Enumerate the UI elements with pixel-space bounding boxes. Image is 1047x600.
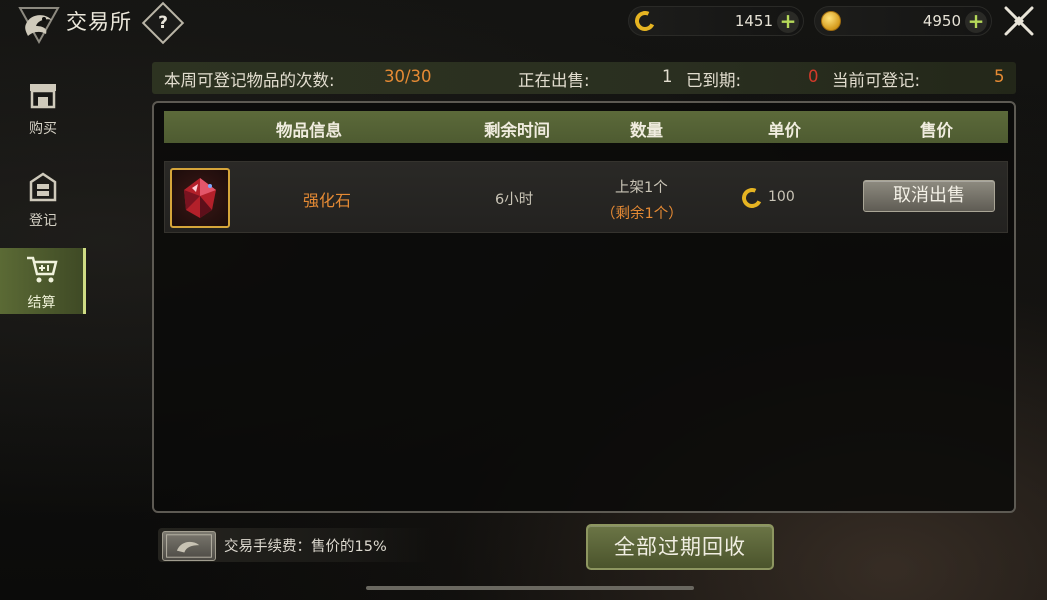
fee-text: 交易手续费：售价的15% xyxy=(224,539,387,555)
column-header-unit-price: 单价 xyxy=(768,121,801,140)
selling-label: 正在出售: xyxy=(518,71,590,90)
sidebar-item-buy[interactable]: 购买 xyxy=(0,74,86,140)
c-coin-icon xyxy=(632,8,658,34)
item-name: 强化石 xyxy=(303,191,352,210)
table-row: 强化石 6小时 上架1个 （剩余1个） 100 取消出售 xyxy=(164,161,1008,233)
fee-info: 交易手续费：售价的15% xyxy=(158,528,432,562)
expired-label: 已到期: xyxy=(686,71,742,90)
available-label: 当前可登记: xyxy=(832,71,921,90)
sidebar-item-label: 登记 xyxy=(29,213,57,229)
sidebar-item-label: 购买 xyxy=(29,121,57,137)
listing-panel: 物品信息 剩余时间 数量 单价 售价 强化石 6小时 上架1个 （剩余1个） 1… xyxy=(152,101,1016,513)
column-header-time-left: 剩余时间 xyxy=(484,121,550,140)
register-icon xyxy=(29,172,57,202)
time-left: 6小时 xyxy=(495,192,534,208)
unit-price: 100 xyxy=(768,189,795,205)
dragon-emblem-icon xyxy=(18,7,60,45)
summary-bar: 本周可登记物品的次数: 30/30 正在出售: 1 已到期: 0 当前可登记: … xyxy=(152,62,1016,94)
add-gold-button[interactable]: + xyxy=(965,11,987,33)
close-icon[interactable] xyxy=(1000,2,1038,40)
shop-icon xyxy=(30,84,56,109)
help-icon: ? xyxy=(158,13,168,33)
sidebar-item-settle[interactable]: 结算 xyxy=(0,248,86,314)
cart-icon xyxy=(26,256,58,283)
weekly-count-label: 本周可登记物品的次数: xyxy=(164,71,335,90)
cancel-sale-button[interactable]: 取消出售 xyxy=(863,180,995,212)
sidebar-item-label: 结算 xyxy=(27,295,56,311)
quantity-listed: 上架1个 xyxy=(615,180,668,196)
red-gem-icon xyxy=(184,178,216,218)
currency-gold-value: 4950 xyxy=(922,12,961,30)
recover-all-expired-button[interactable]: 全部过期回收 xyxy=(586,524,774,570)
sidebar-item-register[interactable]: 登记 xyxy=(0,166,86,232)
currency-bar-coins: 1451 + xyxy=(628,6,804,36)
table-header: 物品信息 剩余时间 数量 单价 售价 xyxy=(164,111,1008,143)
c-coin-icon xyxy=(739,185,765,211)
quantity-remaining: （剩余1个） xyxy=(601,206,683,222)
column-header-sale-price: 售价 xyxy=(920,121,953,140)
expired-value: 0 xyxy=(808,67,819,86)
column-header-quantity: 数量 xyxy=(630,121,663,140)
currency-bar-gold: 4950 + xyxy=(814,6,992,36)
page-title: 交易所 xyxy=(66,10,132,34)
add-coins-button[interactable]: + xyxy=(777,11,799,33)
home-indicator[interactable] xyxy=(366,586,694,590)
fee-card-icon xyxy=(162,531,216,561)
weekly-count-value: 30/30 xyxy=(384,67,432,86)
column-header-item-info: 物品信息 xyxy=(276,121,342,140)
currency-coins-value: 1451 xyxy=(734,12,773,30)
selling-value: 1 xyxy=(662,67,673,86)
item-slot[interactable] xyxy=(170,168,230,228)
gold-coin-icon xyxy=(821,11,841,31)
available-value: 5 xyxy=(994,67,1005,86)
